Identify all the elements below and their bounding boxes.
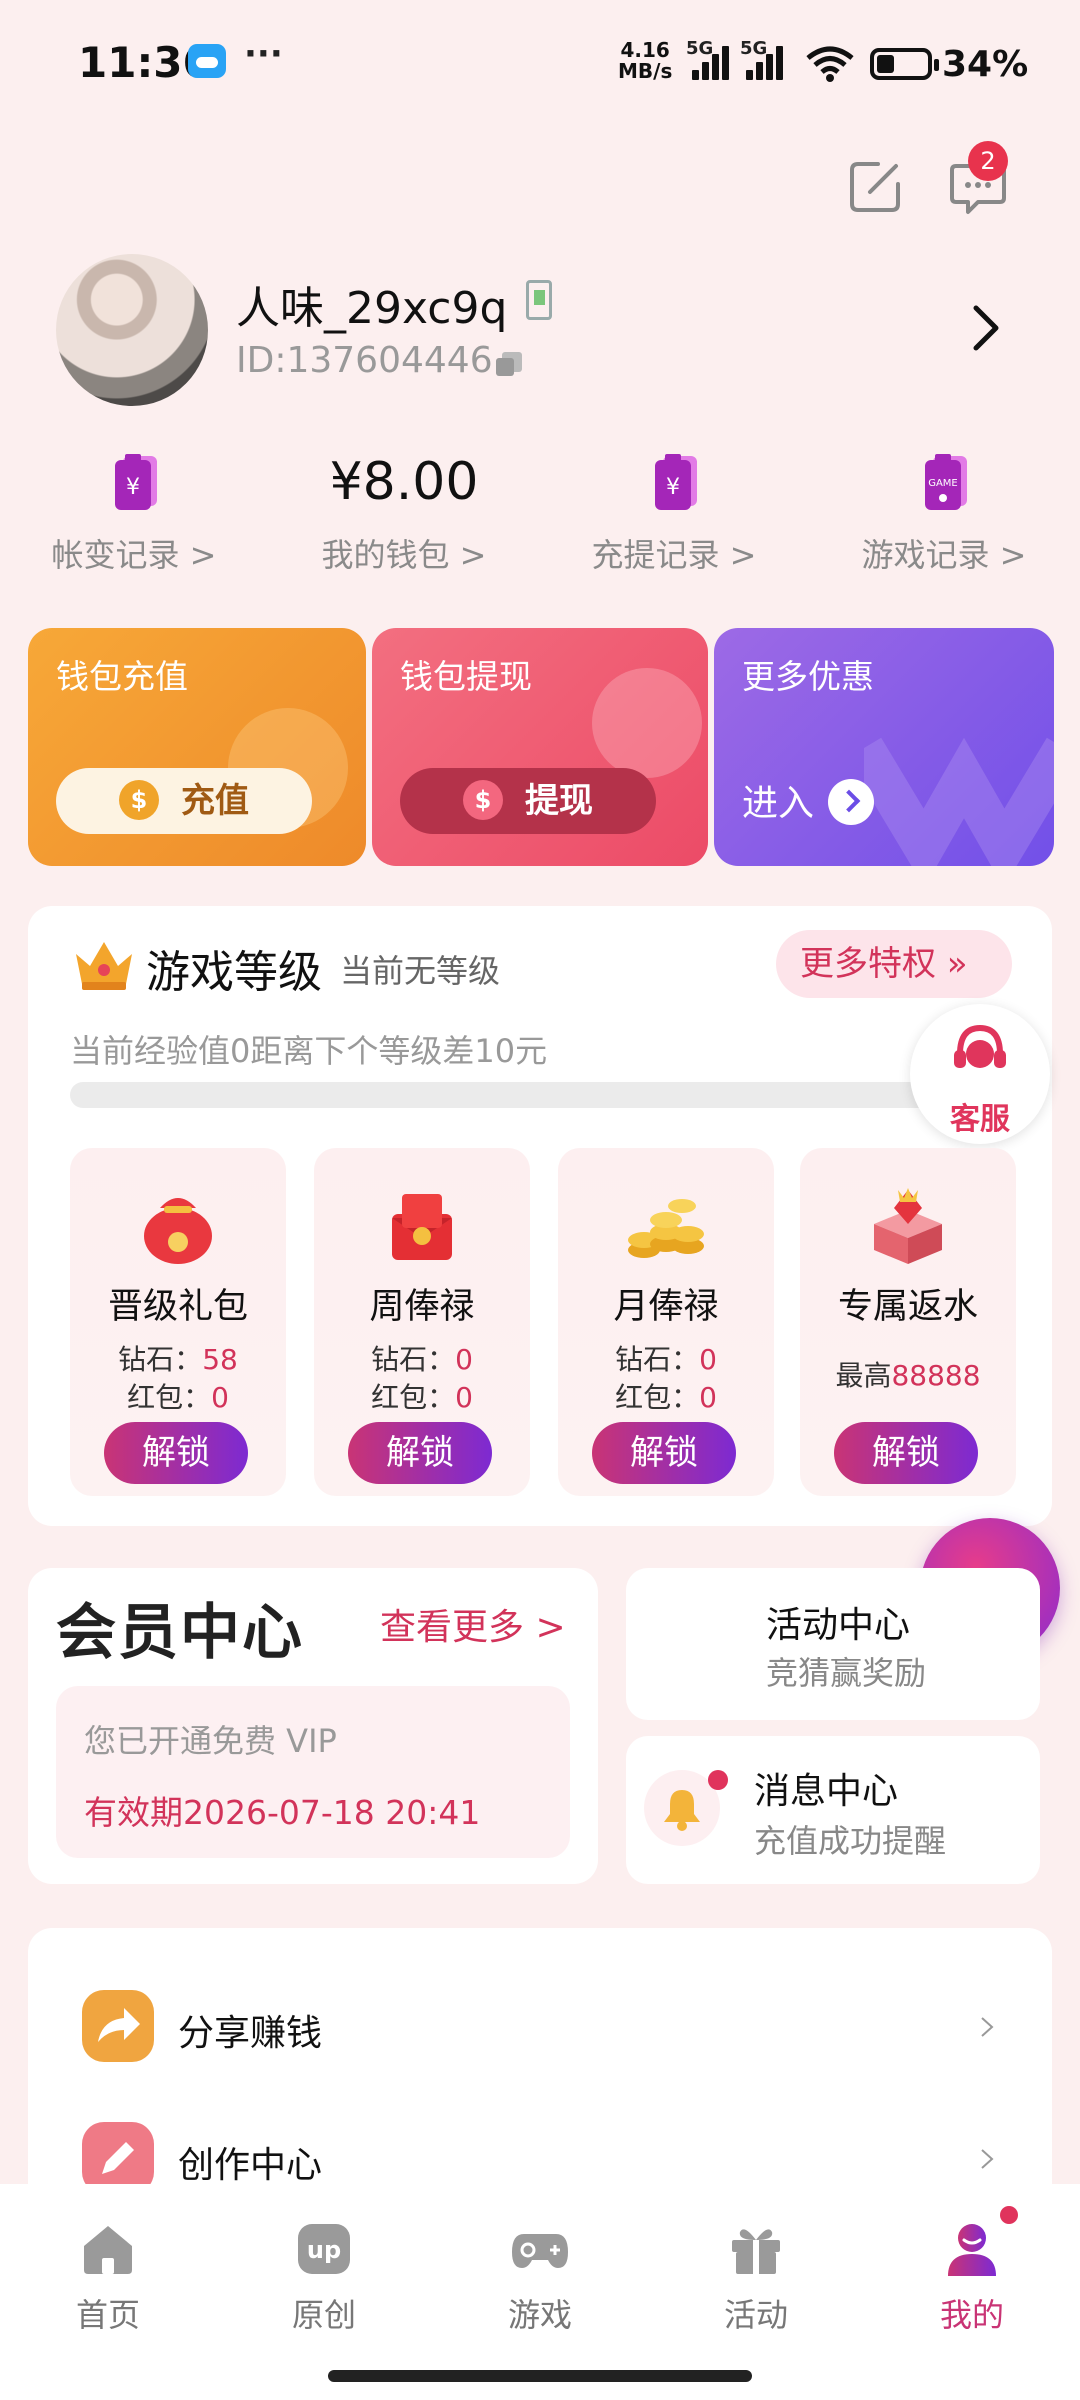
withdraw-card-title: 钱包提现 xyxy=(400,657,532,696)
vip-status-text: 您已开通免费 VIP xyxy=(84,1722,337,1760)
tab-games[interactable]: 游戏 xyxy=(432,2210,648,2340)
gift-icon xyxy=(732,2229,780,2274)
network-speed-unit: MB/s xyxy=(618,59,673,83)
tier-card-weekly-salary: 周俸禄 钻石：0 红包：0 解锁 xyxy=(314,1148,530,1496)
yuan-card-icon: ¥ xyxy=(115,454,157,510)
signal-2-label: 5G xyxy=(740,38,768,59)
more-offers-title: 更多优惠 xyxy=(742,657,874,696)
signal-icon: 5G xyxy=(686,38,732,80)
dollar-coin-icon: $ xyxy=(463,779,503,820)
wallet-recharge-card[interactable]: 钱包充值 $ 充值 xyxy=(28,628,366,866)
lucky-bag-icon xyxy=(144,1198,212,1264)
status-bar: 11:36 ··· 4.16 MB/s 5G 5G 34% xyxy=(0,0,1080,130)
card-decoration xyxy=(864,737,1054,866)
arrow-right-icon xyxy=(828,779,875,825)
red-envelope-icon xyxy=(392,1194,452,1260)
coin-stack-icon xyxy=(628,1199,704,1258)
home-indicator[interactable] xyxy=(328,2370,752,2382)
headset-icon xyxy=(954,1024,1006,1068)
current-level: 当前无等级 xyxy=(340,952,501,990)
svg-text:up: up xyxy=(307,2236,341,2264)
vip-expiry: 有效期2026-07-18 20:41 xyxy=(84,1793,481,1832)
network-speed: 4.16 MB/s xyxy=(618,40,672,82)
gift-box-icon xyxy=(874,1188,942,1264)
tab-activities[interactable]: 活动 xyxy=(648,2210,864,2340)
list-item-label: 分享赚钱 xyxy=(178,2013,323,2054)
copy-icon[interactable] xyxy=(494,350,524,378)
more-privileges-button[interactable]: 更多特权 » xyxy=(776,930,1012,998)
crown-icon xyxy=(76,942,132,990)
notification-dot xyxy=(1000,2206,1018,2224)
recharge-button[interactable]: $ 充值 xyxy=(56,768,312,834)
recharge-card-title: 钱包充值 xyxy=(56,657,188,696)
status-more-dots: ··· xyxy=(244,34,283,74)
unlock-button[interactable]: 解锁 xyxy=(592,1422,736,1484)
edit-icon[interactable] xyxy=(848,158,904,214)
game-level-title: 游戏等级 xyxy=(146,947,322,998)
yuan-card-icon: ¥ xyxy=(655,454,697,510)
battery-percent: 34% xyxy=(942,44,1029,85)
my-wallet-link[interactable]: ¥8.00 我的钱包 > xyxy=(284,446,524,576)
svg-text:GAME: GAME xyxy=(928,478,958,489)
tier-card-promotion-gift: 晋级礼包 钻石：58 红包：0 解锁 xyxy=(70,1148,286,1496)
wallet-withdraw-card[interactable]: 钱包提现 $ 提现 xyxy=(372,628,708,866)
activity-center-subtitle: 竞猜赢奖励 xyxy=(766,1654,927,1692)
experience-text: 当前经验值0距离下个等级差10元 xyxy=(70,1032,548,1070)
game-records-link[interactable]: GAME 游戏记录 > xyxy=(824,446,1064,576)
tier-card-exclusive-rebate: 专属返水 最高88888 解锁 xyxy=(800,1148,1016,1496)
unlock-button[interactable]: 解锁 xyxy=(834,1422,978,1484)
wallet-amount: ¥8.00 xyxy=(329,452,479,512)
user-id: ID:137604446 xyxy=(236,340,493,381)
more-offers-card[interactable]: 更多优惠 进入 xyxy=(714,628,1054,866)
list-item-label: 创作中心 xyxy=(178,2145,323,2186)
customer-service-button[interactable]: 客服 xyxy=(910,1004,1050,1144)
up-icon: up xyxy=(298,2224,350,2274)
tab-home[interactable]: 首页 xyxy=(0,2210,216,2340)
avatar[interactable] xyxy=(56,254,208,406)
game-card-icon: GAME xyxy=(925,454,967,510)
unlock-button[interactable]: 解锁 xyxy=(348,1422,492,1484)
experience-progress-bar xyxy=(70,1082,970,1108)
tab-original[interactable]: up 原创 xyxy=(216,2210,432,2340)
profile-icon xyxy=(948,2224,996,2276)
chevron-right-icon xyxy=(981,2017,994,2037)
phone-verified-icon xyxy=(526,280,552,320)
message-badge: 2 xyxy=(968,141,1008,181)
chevron-right-icon[interactable] xyxy=(968,300,1004,356)
svg-text:¥: ¥ xyxy=(666,475,680,500)
view-more-link[interactable]: 查看更多 > xyxy=(380,1598,566,1650)
deposit-withdraw-records-link[interactable]: ¥ 充提记录 > xyxy=(554,446,794,576)
unlock-button[interactable]: 解锁 xyxy=(104,1422,248,1484)
dollar-coin-icon: $ xyxy=(119,779,159,820)
chevron-right-icon xyxy=(981,2149,994,2169)
home-icon xyxy=(84,2226,132,2274)
share-icon xyxy=(82,1990,154,2062)
activity-center-title: 活动中心 xyxy=(766,1605,911,1646)
unread-dot xyxy=(708,1770,728,1790)
tier-card-monthly-salary: 月俸禄 钻石：0 红包：0 解锁 xyxy=(558,1148,774,1496)
tab-mine[interactable]: 我的 xyxy=(864,2210,1080,2340)
signal-1-label: 5G xyxy=(686,38,714,59)
account-change-records-link[interactable]: ¥ 帐变记录 > xyxy=(14,446,254,576)
battery-icon xyxy=(870,48,939,80)
withdraw-button[interactable]: $ 提现 xyxy=(400,768,656,834)
cloud-icon xyxy=(188,44,226,78)
message-center-subtitle: 充值成功提醒 xyxy=(754,1822,947,1860)
enter-button[interactable]: 进入 xyxy=(742,774,875,826)
username: 人味_29xc9q xyxy=(236,283,508,334)
member-center-title: 会员中心 xyxy=(56,1598,304,1668)
gamepad-icon xyxy=(512,2234,568,2268)
network-speed-value: 4.16 xyxy=(620,38,670,62)
signal-icon: 5G xyxy=(740,38,786,80)
message-center-title: 消息中心 xyxy=(754,1771,899,1812)
wifi-icon xyxy=(806,46,854,82)
svg-text:¥: ¥ xyxy=(126,475,140,500)
